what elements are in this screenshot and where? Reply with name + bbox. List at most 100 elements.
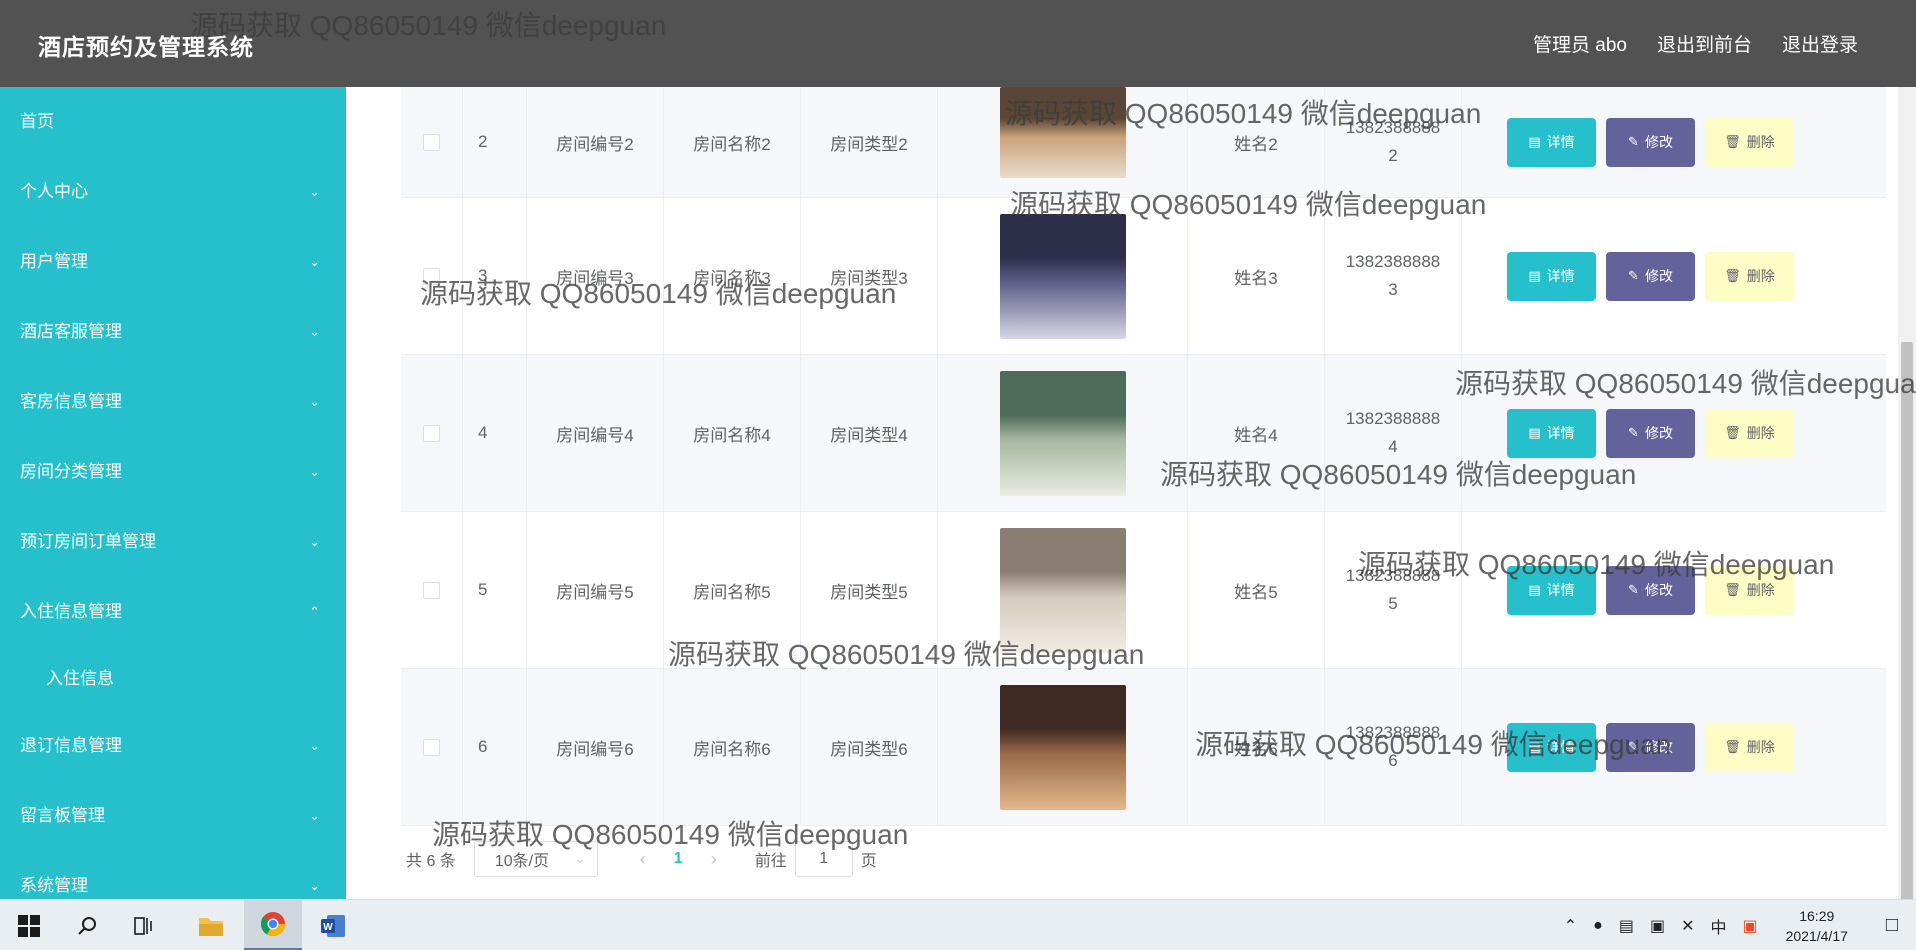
chevron-down-icon: ⌄ (574, 852, 585, 866)
sidebar-item-system[interactable]: 系统管理 ⌄ (0, 851, 346, 899)
guest-name-cell: 姓名2 (1188, 87, 1325, 197)
room-photo (999, 370, 1126, 496)
index-cell: 4 (463, 355, 527, 511)
network-icon[interactable]: ▣ (1650, 916, 1665, 936)
table-row: 6 房间编号6 房间名称6 房间类型6 姓名6 1382388888 6 ▤ 详情… (401, 669, 1886, 826)
file-explorer-icon[interactable] (182, 900, 240, 950)
current-page-number[interactable]: 1 (674, 850, 683, 868)
edit-button[interactable]: ✎ 修改 (1606, 722, 1695, 772)
room-number-cell: 房间编号3 (527, 198, 664, 354)
detail-button[interactable]: ▤ 详情 (1507, 408, 1596, 458)
room-photo (999, 213, 1126, 339)
row-select-cell (401, 198, 463, 354)
back-to-front-link[interactable]: 退出到前台 (1657, 30, 1752, 57)
room-image-cell (938, 355, 1188, 511)
delete-button[interactable]: 🗑 删除 (1705, 117, 1794, 167)
admin-user-label[interactable]: 管理员 abo (1533, 30, 1627, 57)
edit-button[interactable]: ✎ 修改 (1606, 408, 1695, 458)
sidebar-item-message-board[interactable]: 留言板管理 ⌄ (0, 781, 346, 851)
sidebar-item-label: 房间分类管理 (20, 462, 122, 481)
sidebar-item-checkin-management[interactable]: 入住信息管理 ⌃ (0, 577, 346, 647)
sidebar-item-customer-service[interactable]: 酒店客服管理 ⌄ (0, 297, 346, 367)
ime-indicator[interactable]: 中 (1710, 914, 1726, 938)
system-tray: ⌃ ● ▤ ▣ ✕ 中 ▣ 16:29 2021/4/17 □ (1556, 900, 1916, 950)
sidebar-item-room-info[interactable]: 客房信息管理 ⌄ (0, 367, 346, 437)
room-type-cell: 房间类型6 (801, 669, 938, 825)
html5-icon[interactable]: ▣ (1742, 916, 1757, 936)
goto-page-input[interactable]: 1 (794, 841, 853, 877)
delete-button[interactable]: 🗑 删除 (1705, 251, 1794, 301)
guest-name-cell: 姓名4 (1188, 355, 1325, 511)
pagination: 共 6 条 10条/页 ⌄ ‹ 1 › 前往 1 页 (406, 841, 877, 877)
system-clock[interactable]: 16:29 2021/4/17 (1786, 906, 1848, 946)
delete-button[interactable]: 🗑 删除 (1705, 565, 1794, 615)
page-size-select[interactable]: 10条/页 ⌄ (473, 841, 598, 877)
document-icon: ▤ (1528, 134, 1541, 149)
sidebar-item-personal-center[interactable]: 个人中心 ⌄ (0, 157, 346, 227)
sidebar-item-label: 留言板管理 (20, 806, 105, 825)
sidebar-item-label: 入住信息 (46, 669, 114, 688)
delete-button[interactable]: 🗑 删除 (1705, 722, 1794, 772)
document-icon: ▤ (1528, 425, 1541, 440)
delete-button-label: 删除 (1746, 739, 1775, 755)
chevron-down-icon: ⌄ (309, 184, 320, 199)
chrome-icon[interactable] (244, 900, 302, 950)
sidebar-item-label: 退订信息管理 (20, 736, 122, 755)
room-image-cell (938, 512, 1188, 668)
phone-cell: 1382388888 6 (1325, 669, 1462, 825)
sidebar-item-booking-orders[interactable]: 预订房间订单管理 ⌄ (0, 507, 346, 577)
phone-line-2: 5 (1388, 594, 1398, 613)
notification-icon[interactable]: □ (1886, 914, 1898, 937)
row-checkbox[interactable] (423, 738, 440, 756)
room-type-cell: 房间类型3 (801, 198, 938, 354)
trash-icon: 🗑 (1724, 134, 1741, 149)
edit-button[interactable]: ✎ 修改 (1606, 565, 1695, 615)
task-view-icon[interactable] (116, 900, 174, 950)
edit-button[interactable]: ✎ 修改 (1606, 117, 1695, 167)
windows-start-icon[interactable] (0, 900, 58, 950)
detail-button[interactable]: ▤ 详情 (1507, 117, 1596, 167)
qq-icon[interactable]: ● (1593, 917, 1603, 935)
main-content: 2 房间编号2 房间名称2 房间类型2 姓名2 1382388888 2 ▤ 详情… (346, 87, 1898, 899)
detail-button-label: 详情 (1546, 134, 1575, 150)
next-page-icon[interactable]: › (711, 849, 717, 870)
sidebar-subitem-checkin-info[interactable]: 入住信息 (0, 647, 346, 711)
scrollbar-thumb[interactable] (1901, 342, 1913, 902)
sidebar-item-cancellation[interactable]: 退订信息管理 ⌄ (0, 711, 346, 781)
document-icon: ▤ (1528, 268, 1541, 283)
word-icon[interactable]: W (304, 900, 362, 950)
guest-name-cell: 姓名6 (1188, 669, 1325, 825)
delete-button[interactable]: 🗑 删除 (1705, 408, 1794, 458)
detail-button[interactable]: ▤ 详情 (1507, 565, 1596, 615)
prev-page-icon[interactable]: ‹ (640, 849, 646, 870)
trash-icon: 🗑 (1724, 268, 1741, 283)
actions-cell: ▤ 详情 ✎ 修改 🗑 删除 (1462, 198, 1886, 354)
row-checkbox[interactable] (423, 133, 440, 151)
sidebar-item-user-management[interactable]: 用户管理 ⌄ (0, 227, 346, 297)
chevron-up-icon[interactable]: ⌃ (1564, 916, 1577, 936)
actions-cell: ▤ 详情 ✎ 修改 🗑 删除 (1462, 355, 1886, 511)
app-title: 酒店预约及管理系统 (38, 34, 254, 60)
sidebar-item-label: 酒店客服管理 (20, 322, 122, 341)
battery-icon[interactable]: ▤ (1619, 916, 1634, 936)
sidebar-item-room-category[interactable]: 房间分类管理 ⌄ (0, 437, 346, 507)
goto-label: 前往 (754, 853, 787, 870)
detail-button-label: 详情 (1546, 268, 1575, 284)
room-photo (999, 527, 1126, 653)
row-checkbox[interactable] (423, 424, 440, 442)
edit-button[interactable]: ✎ 修改 (1606, 251, 1695, 301)
logout-link[interactable]: 退出登录 (1782, 30, 1858, 57)
volume-muted-icon[interactable]: ✕ (1681, 916, 1694, 936)
chevron-down-icon: ⌄ (309, 878, 320, 893)
row-checkbox[interactable] (423, 267, 440, 285)
page-scrollbar[interactable] (1898, 87, 1916, 902)
detail-button[interactable]: ▤ 详情 (1507, 251, 1596, 301)
phone-cell: 1382388888 2 (1325, 87, 1462, 197)
search-icon[interactable] (58, 900, 116, 950)
room-name-cell: 房间名称6 (664, 669, 801, 825)
pagination-total: 共 6 条 (406, 853, 456, 870)
detail-button[interactable]: ▤ 详情 (1507, 722, 1596, 772)
sidebar-item-label: 预订房间订单管理 (20, 532, 156, 551)
row-checkbox[interactable] (423, 581, 440, 599)
sidebar-item-home[interactable]: 首页 (0, 87, 346, 157)
